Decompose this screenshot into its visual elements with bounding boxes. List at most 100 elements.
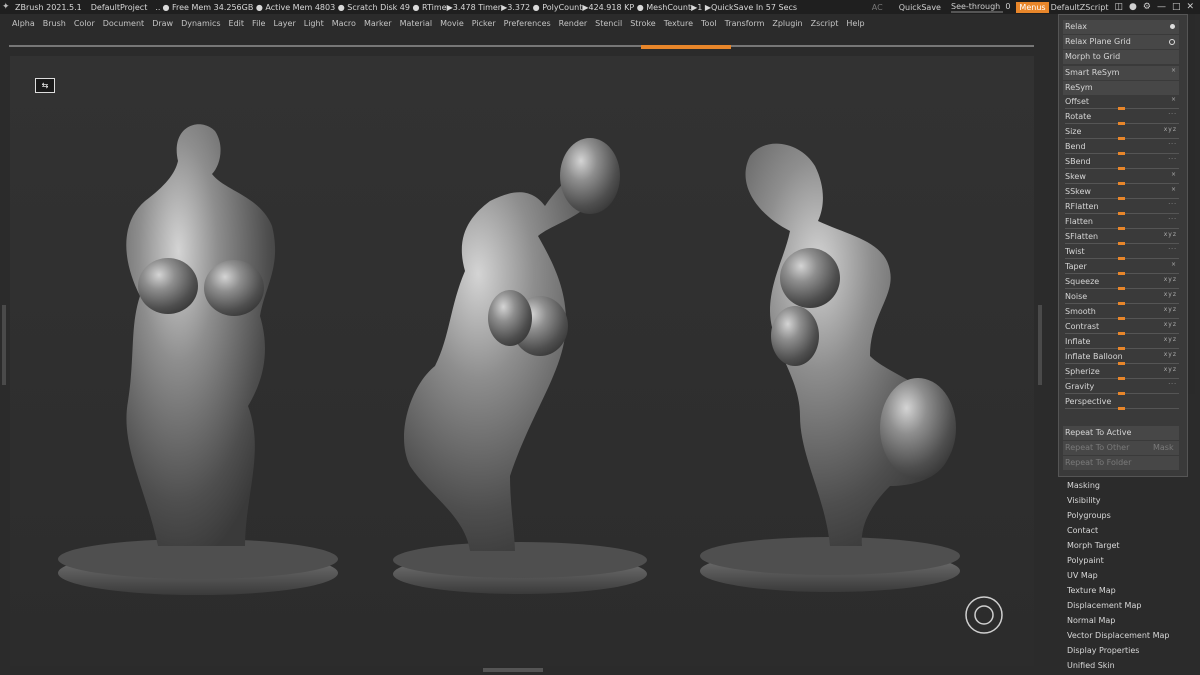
section-displacement-map[interactable]: Displacement Map <box>1067 598 1197 613</box>
menu-document[interactable]: Document <box>103 19 144 28</box>
gravity-slider[interactable]: Gravity ··· <box>1063 380 1179 395</box>
view-toggle-icon[interactable]: ⇆ <box>35 78 55 93</box>
inflate-slider[interactable]: Inflate xyz <box>1063 335 1179 350</box>
section-contact[interactable]: Contact <box>1067 523 1197 538</box>
settings-icon[interactable]: ⚙ <box>1143 2 1151 12</box>
project-name[interactable]: DefaultProject <box>91 3 148 12</box>
section-normal-map[interactable]: Normal Map <box>1067 613 1197 628</box>
default-zscript-button[interactable]: DefaultZScript <box>1051 3 1109 12</box>
sculpt-model-side[interactable] <box>700 143 960 592</box>
section-texture-map[interactable]: Texture Map <box>1067 583 1197 598</box>
menu-edit[interactable]: Edit <box>229 19 245 28</box>
menu-zplugin[interactable]: Zplugin <box>772 19 802 28</box>
slider-track[interactable] <box>1065 332 1179 335</box>
offset-slider[interactable]: Offset × <box>1063 95 1179 110</box>
menu-render[interactable]: Render <box>559 19 587 28</box>
menu-material[interactable]: Material <box>400 19 433 28</box>
slider-track[interactable] <box>1065 197 1179 200</box>
perspective-slider[interactable]: Perspective <box>1063 395 1179 410</box>
taper-slider[interactable]: Taper × <box>1063 260 1179 275</box>
sflatten-slider[interactable]: SFlatten xyz <box>1063 230 1179 245</box>
sculpt-model-three-quarter[interactable] <box>393 138 647 594</box>
slider-track[interactable] <box>1065 392 1179 395</box>
menu-macro[interactable]: Macro <box>332 19 356 28</box>
mask-toggle[interactable]: Mask <box>1153 443 1174 452</box>
help-icon[interactable]: ● <box>1129 2 1137 12</box>
section-visibility[interactable]: Visibility <box>1067 493 1197 508</box>
contrast-slider[interactable]: Contrast xyz <box>1063 320 1179 335</box>
slider-track[interactable] <box>1065 212 1179 215</box>
menu-light[interactable]: Light <box>304 19 324 28</box>
ac-toggle[interactable]: AC <box>872 3 883 12</box>
resym-button[interactable]: ReSym <box>1063 81 1179 95</box>
spherize-slider[interactable]: Spherize xyz <box>1063 365 1179 380</box>
menu-brush[interactable]: Brush <box>43 19 66 28</box>
left-tray-handle[interactable] <box>2 305 6 385</box>
smooth-slider[interactable]: Smooth xyz <box>1063 305 1179 320</box>
slider-track[interactable] <box>1065 287 1179 290</box>
tool-panel-scrollbar[interactable] <box>1188 14 1195 394</box>
repeat-to-folder-button[interactable]: Repeat To Folder <box>1063 456 1179 470</box>
rotate-gizmo-icon[interactable] <box>965 596 1003 634</box>
menu-stroke[interactable]: Stroke <box>630 19 656 28</box>
quicksave-button[interactable]: QuickSave <box>899 3 941 12</box>
slider-knob[interactable] <box>1118 407 1125 410</box>
close-icon[interactable]: ✕ <box>1186 2 1194 12</box>
section-uv-map[interactable]: UV Map <box>1067 568 1197 583</box>
slider-track[interactable] <box>1065 362 1179 365</box>
slider-track[interactable] <box>1065 377 1179 380</box>
slider-track[interactable] <box>1065 107 1179 110</box>
slider-track[interactable] <box>1065 227 1179 230</box>
menu-zscript[interactable]: Zscript <box>811 19 839 28</box>
rotate-slider[interactable]: Rotate ··· <box>1063 110 1179 125</box>
sskew-slider[interactable]: SSkew × <box>1063 185 1179 200</box>
rflatten-slider[interactable]: RFlatten ··· <box>1063 200 1179 215</box>
menu-color[interactable]: Color <box>74 19 95 28</box>
flatten-slider[interactable]: Flatten ··· <box>1063 215 1179 230</box>
section-vector-displacement-map[interactable]: Vector Displacement Map <box>1067 628 1197 643</box>
slider-track[interactable] <box>1065 302 1179 305</box>
menu-help[interactable]: Help <box>846 19 864 28</box>
menu-transform[interactable]: Transform <box>725 19 765 28</box>
size-slider[interactable]: Size xyz <box>1063 125 1179 140</box>
see-through-slider[interactable]: See-through 0 <box>950 2 1010 13</box>
slider-track[interactable] <box>1065 122 1179 125</box>
squeeze-slider[interactable]: Squeeze xyz <box>1063 275 1179 290</box>
slider-track[interactable] <box>1065 257 1179 260</box>
right-tray-handle[interactable] <box>1038 305 1042 385</box>
menu-movie[interactable]: Movie <box>440 19 464 28</box>
menu-layer[interactable]: Layer <box>273 19 295 28</box>
slider-track[interactable] <box>1065 407 1179 410</box>
menu-texture[interactable]: Texture <box>664 19 693 28</box>
morph-to-grid-button[interactable]: Morph to Grid <box>1063 50 1179 64</box>
slider-track[interactable] <box>1065 242 1179 245</box>
relax-plane-grid-button[interactable]: Relax Plane Grid <box>1063 35 1179 49</box>
menu-draw[interactable]: Draw <box>152 19 173 28</box>
sbend-slider[interactable]: SBend ··· <box>1063 155 1179 170</box>
section-morph-target[interactable]: Morph Target <box>1067 538 1197 553</box>
section-masking[interactable]: Masking <box>1067 478 1197 493</box>
slider-track[interactable] <box>1065 137 1179 140</box>
section-polygroups[interactable]: Polygroups <box>1067 508 1197 523</box>
layout-icon[interactable]: ◫ <box>1114 2 1123 12</box>
inflate-balloon-slider[interactable]: Inflate Balloon xyz <box>1063 350 1179 365</box>
noise-slider[interactable]: Noise xyz <box>1063 290 1179 305</box>
menu-alpha[interactable]: Alpha <box>12 19 35 28</box>
menu-file[interactable]: File <box>252 19 265 28</box>
menu-stencil[interactable]: Stencil <box>595 19 622 28</box>
menu-marker[interactable]: Marker <box>364 19 392 28</box>
document-canvas[interactable] <box>10 56 1034 666</box>
minimize-icon[interactable]: — <box>1157 2 1166 12</box>
menu-dynamics[interactable]: Dynamics <box>181 19 220 28</box>
slider-track[interactable] <box>1065 272 1179 275</box>
repeat-to-active-button[interactable]: Repeat To Active <box>1063 426 1179 440</box>
menus-button[interactable]: Menus <box>1016 1 1049 13</box>
skew-slider[interactable]: Skew × <box>1063 170 1179 185</box>
smart-resym-button[interactable]: Smart ReSym × <box>1063 66 1179 80</box>
twist-slider[interactable]: Twist ··· <box>1063 245 1179 260</box>
slider-track[interactable] <box>1065 347 1179 350</box>
see-through-track[interactable] <box>950 10 1003 13</box>
menu-picker[interactable]: Picker <box>472 19 496 28</box>
section-polypaint[interactable]: Polypaint <box>1067 553 1197 568</box>
slider-track[interactable] <box>1065 182 1179 185</box>
